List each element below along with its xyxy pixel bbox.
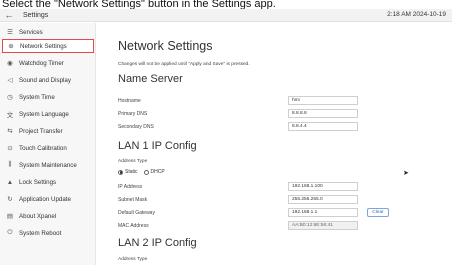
primary-dns-label: Primary DNS bbox=[118, 111, 148, 117]
sidebar-item-application-update[interactable]: ↻ Application Update bbox=[2, 192, 94, 206]
main-panel: Network Settings Changes will not be app… bbox=[97, 23, 452, 265]
subnet-mask-field[interactable]: 255.255.255.0 bbox=[288, 195, 358, 204]
sidebar-item-system-language[interactable]: 文 System Language bbox=[2, 107, 94, 121]
ip-address-field[interactable]: 192.168.1.100 bbox=[288, 182, 358, 191]
lan2-address-type-label: Address Type bbox=[118, 257, 148, 262]
sidebar-item-label: About Xpanel bbox=[19, 212, 57, 220]
sidebar-item-services[interactable]: ☰ Services bbox=[2, 25, 94, 39]
clock-icon: ◷ bbox=[7, 94, 13, 101]
dhcp-radio-label: DHCP bbox=[150, 169, 165, 175]
sidebar-item-system-maintenance[interactable]: ⫼ System Maintenance bbox=[2, 158, 94, 172]
refresh-icon: ↻ bbox=[7, 196, 13, 203]
network-icon: ⊕ bbox=[8, 43, 14, 50]
sidebar-item-touch-calibration[interactable]: ⊙ Touch Calibration bbox=[2, 141, 94, 155]
ip-address-label: IP Address bbox=[118, 184, 143, 190]
default-gateway-label: Default Gateway bbox=[118, 210, 155, 216]
clock-datetime: 2:18 AM 2024-10-19 bbox=[387, 11, 446, 18]
sidebar-item-label: Network Settings bbox=[20, 42, 67, 50]
section-title-name-server: Name Server bbox=[118, 73, 183, 85]
subnet-mask-label: Subnet Mask bbox=[118, 197, 148, 203]
primary-dns-field[interactable]: 8.8.8.8 bbox=[288, 109, 358, 118]
sidebar-item-about-xpanel[interactable]: ▤ About Xpanel bbox=[2, 209, 94, 223]
sidebar-item-label: System Maintenance bbox=[19, 161, 77, 169]
services-icon: ☰ bbox=[7, 29, 13, 36]
sidebar-item-label: Services bbox=[19, 28, 43, 36]
app-title: Settings bbox=[23, 11, 49, 19]
sidebar-item-label: Project Transfer bbox=[19, 127, 63, 135]
lan1-address-type-group: Static DHCP bbox=[118, 169, 171, 175]
section-title-lan1: LAN 1 IP Config bbox=[118, 140, 197, 152]
speaker-icon: ◁ bbox=[7, 77, 13, 84]
dhcp-radio[interactable] bbox=[143, 169, 149, 175]
watchdog-icon: ◉ bbox=[7, 60, 13, 67]
page-title: Network Settings bbox=[118, 39, 213, 53]
section-title-lan2: LAN 2 IP Config bbox=[118, 237, 197, 249]
sidebar-item-network-settings[interactable]: ⊕ Network Settings bbox=[2, 39, 94, 53]
transfer-icon: ⇆ bbox=[7, 128, 13, 135]
secondary-dns-label: Secondary DNS bbox=[118, 124, 154, 130]
apply-notice: Changes will not be applied until "Apply… bbox=[118, 62, 250, 67]
about-icon: ▤ bbox=[6, 213, 14, 220]
language-icon: 文 bbox=[6, 112, 14, 119]
arrow-left-icon[interactable]: ← bbox=[3, 10, 15, 20]
clear-gateway-button[interactable]: Clear bbox=[367, 208, 389, 217]
sidebar-item-label: Sound and Display bbox=[19, 76, 71, 84]
sidebar-item-system-reboot[interactable]: ⏻ System Reboot bbox=[2, 226, 94, 240]
sidebar: ☰ Services ⊕ Network Settings ◉ Watchdog… bbox=[0, 23, 96, 265]
sidebar-item-label: Watchdog Timer bbox=[19, 59, 64, 67]
mac-address-field: AA:B0:12:6E:56:41 bbox=[288, 221, 358, 230]
static-radio-label: Static bbox=[125, 169, 138, 175]
lan1-address-type-label: Address Type bbox=[118, 159, 148, 164]
sidebar-item-label: System Language bbox=[19, 110, 69, 118]
default-gateway-field[interactable]: 192.168.1.1 bbox=[288, 208, 358, 217]
sidebar-item-project-transfer[interactable]: ⇆ Project Transfer bbox=[2, 124, 94, 138]
hostname-field[interactable]: hmi bbox=[288, 96, 358, 105]
sidebar-item-system-time[interactable]: ◷ System Time bbox=[2, 90, 94, 104]
sidebar-item-label: System Reboot bbox=[19, 229, 62, 237]
sidebar-item-label: Lock Settings bbox=[19, 178, 57, 186]
target-icon: ⊙ bbox=[7, 145, 13, 152]
power-icon: ⏻ bbox=[7, 229, 13, 236]
lock-icon: ▲ bbox=[6, 178, 14, 186]
sidebar-item-watchdog-timer[interactable]: ◉ Watchdog Timer bbox=[2, 56, 94, 70]
sidebar-item-sound-and-display[interactable]: ◁ Sound and Display bbox=[2, 73, 94, 87]
top-bar: ← Settings 2:18 AM 2024-10-19 bbox=[0, 9, 452, 22]
mac-address-label: MAC Address bbox=[118, 223, 149, 229]
maintenance-icon: ⫼ bbox=[8, 161, 12, 168]
sidebar-item-label: Application Update bbox=[19, 195, 71, 203]
mouse-cursor-icon: ➤ bbox=[403, 170, 409, 177]
instruction-caption: Select the "Network Settings" button in … bbox=[0, 0, 452, 9]
secondary-dns-field[interactable]: 8.8.4.4 bbox=[288, 122, 358, 131]
sidebar-item-lock-settings[interactable]: ▲ Lock Settings bbox=[2, 175, 94, 189]
sidebar-item-label: Touch Calibration bbox=[19, 144, 67, 152]
hostname-label: Hostname bbox=[118, 98, 141, 104]
static-radio[interactable] bbox=[118, 169, 123, 175]
sidebar-item-label: System Time bbox=[19, 93, 55, 101]
